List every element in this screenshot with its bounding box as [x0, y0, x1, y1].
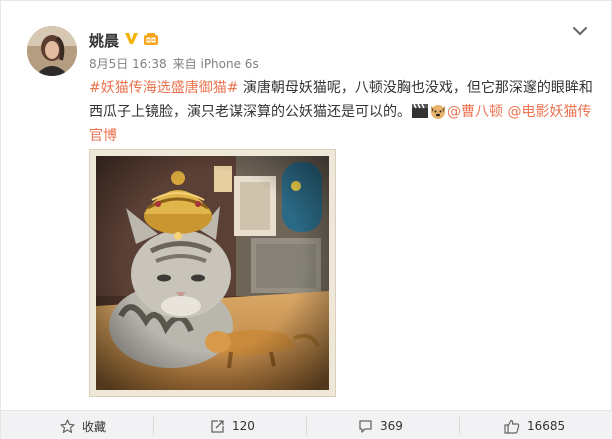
verified-v-badge-icon — [125, 33, 138, 44]
post-date[interactable]: 8月5日 16:38 — [89, 57, 167, 71]
avatar[interactable] — [27, 26, 77, 76]
favorite-button[interactable]: 收藏 — [60, 411, 106, 439]
like-button[interactable]: 16685 — [504, 411, 565, 439]
dog-face-emoji-icon — [431, 105, 445, 119]
comment-button[interactable]: 369 — [358, 411, 403, 439]
weibo-post-card: 姚晨 8月5日 16:38 来自 iPhone 6s #妖猫传海选盛唐御猫# 演唐… — [0, 0, 612, 439]
divider — [306, 417, 307, 435]
divider — [459, 417, 460, 435]
author-name[interactable]: 姚晨 — [89, 30, 119, 51]
post-meta: 8月5日 16:38 来自 iPhone 6s — [89, 55, 265, 72]
post-text: #妖猫传海选盛唐御猫# 演唐朝母妖猫呢，八顿没胸也没戏，但它那深邃的眼眸和西瓜子… — [89, 76, 599, 148]
clapperboard-emoji-icon — [412, 103, 428, 118]
cat-photo — [96, 156, 329, 390]
comment-count: 369 — [380, 419, 403, 433]
repost-icon — [211, 419, 224, 433]
post-source: 来自 iPhone 6s — [172, 57, 259, 71]
avatar-photo — [27, 26, 77, 76]
chevron-down-icon[interactable] — [571, 24, 589, 38]
member-badge-icon[interactable] — [143, 32, 159, 46]
hashtag-link[interactable]: #妖猫传海选盛唐御猫# — [89, 80, 238, 96]
repost-button[interactable]: 120 — [210, 411, 255, 439]
favorite-label: 收藏 — [82, 419, 107, 434]
mention-link[interactable]: @曹八顿 — [447, 104, 503, 120]
thumbs-up-icon — [504, 419, 520, 434]
post-image[interactable] — [89, 149, 336, 397]
repost-count: 120 — [232, 419, 255, 433]
action-bar: 收藏 120 369 16685 — [1, 410, 612, 439]
star-icon — [60, 418, 75, 433]
comment-icon — [359, 419, 372, 433]
divider — [153, 417, 154, 435]
cat-with-crown-picture — [96, 156, 329, 390]
like-count: 16685 — [527, 419, 566, 433]
